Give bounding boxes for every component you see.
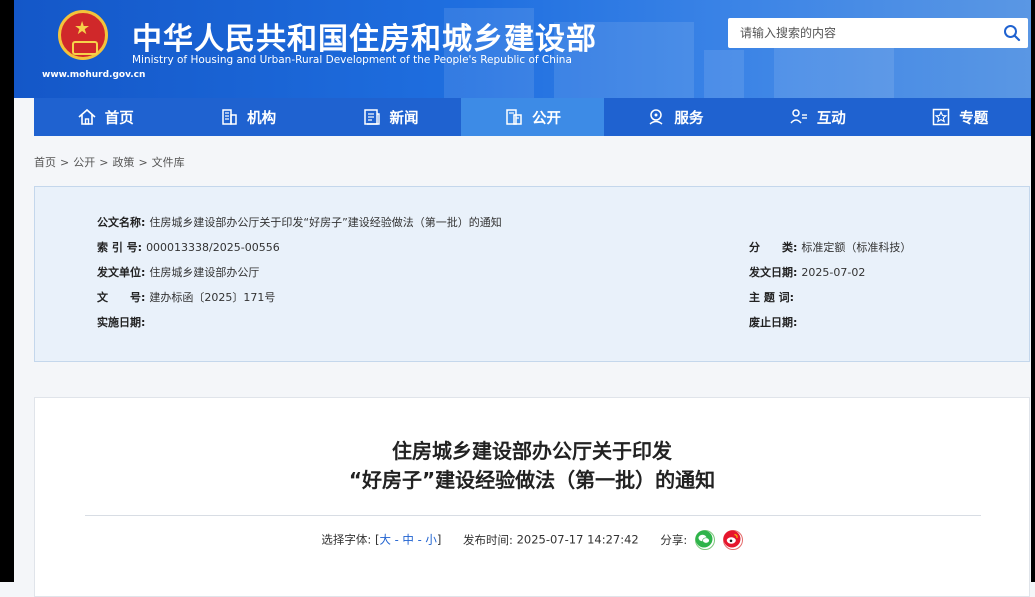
meta-label: 主 题 词: (749, 291, 795, 304)
meta-value: 2025-07-02 (801, 266, 866, 279)
article-title-line-1: 住房城乡建设部办公厅关于印发 (392, 439, 672, 463)
site-subtitle: Ministry of Housing and Urban-Rural Deve… (132, 54, 572, 66)
meta-doc-number: 文 号: 建办标函〔2025〕171号 (97, 289, 275, 305)
nav-item-home[interactable]: 首页 (34, 98, 176, 136)
meta-expiry-date: 废止日期: (749, 314, 801, 330)
search-input[interactable] (728, 18, 1002, 48)
nav-item-public[interactable]: 公开 (461, 98, 604, 136)
breadcrumb-home[interactable]: 首页 (34, 156, 56, 169)
breadcrumb-public[interactable]: 公开 (73, 156, 95, 169)
nav-label: 服务 (674, 110, 704, 127)
meta-value: 000013338/2025-00556 (146, 241, 280, 254)
nav-label: 互动 (816, 110, 846, 127)
meta-issuer: 发文单位: 住房城乡建设部办公厅 (97, 264, 259, 280)
meta-label: 废止日期: (749, 316, 798, 329)
nav-item-service[interactable]: 服务 (604, 98, 746, 136)
right-frame-edge (1031, 0, 1035, 582)
news-icon (363, 109, 380, 125)
document-icon (506, 109, 522, 125)
search-box (728, 18, 1028, 48)
meta-index: 索 引 号: 000013338/2025-00556 (97, 239, 280, 255)
breadcrumb-policy[interactable]: 政策 (112, 156, 134, 169)
meta-value: 住房城乡建设部办公厅关于印发“好房子”建设经验做法（第一批）的通知 (149, 216, 502, 229)
meta-category: 分 类: 标准定额（标准科技） (749, 239, 911, 255)
nav-item-organization[interactable]: 机构 (176, 98, 318, 136)
nav-label: 首页 (104, 110, 134, 127)
meta-label: 索 引 号: (97, 241, 143, 254)
weibo-share-icon[interactable] (722, 530, 743, 550)
article-title-line-2: “好房子”建设经验做法（第一批）的通知 (348, 468, 716, 492)
font-size-large-button[interactable]: 大 (379, 533, 391, 547)
nav-label: 公开 (531, 110, 561, 127)
document-metadata: 公文名称: 住房城乡建设部办公厅关于印发“好房子”建设经验做法（第一批）的通知 索… (34, 186, 1030, 362)
article-panel: 住房城乡建设部办公厅关于印发 “好房子”建设经验做法（第一批）的通知 选择字体:… (34, 397, 1030, 597)
meta-label: 分 类: (749, 241, 798, 254)
meta-label: 发文日期: (749, 266, 798, 279)
meta-label: 实施日期: (97, 316, 146, 329)
search-icon[interactable] (1002, 23, 1022, 43)
share-label: 分享: (660, 532, 688, 547)
meta-subject: 主 题 词: (749, 289, 798, 305)
interact-icon (790, 109, 807, 124)
background-building (704, 50, 744, 98)
left-frame-edge (0, 0, 14, 582)
font-size-medium-button[interactable]: 中 (402, 533, 414, 547)
article-toolbar: 选择字体: [大 - 中 - 小] 发布时间: 2025-07-17 14:27… (35, 530, 1029, 550)
publish-time-label: 发布时间: (463, 532, 513, 547)
breadcrumb: 首页 > 公开 > 政策 > 文件库 (34, 156, 185, 169)
home-icon (78, 108, 96, 125)
meta-label: 文 号: (97, 291, 146, 304)
nav-label: 新闻 (389, 110, 419, 127)
site-header: ★ www.mohurd.gov.cn 中华人民共和国住房和城乡建设部 Mini… (14, 0, 1031, 98)
national-emblem-icon[interactable]: ★ (58, 10, 108, 60)
nav-item-interact[interactable]: 互动 (746, 98, 888, 136)
building-icon (222, 109, 237, 125)
breadcrumb-file-library[interactable]: 文件库 (152, 156, 185, 169)
meta-effective-date: 实施日期: (97, 314, 149, 330)
meta-value: 建办标函〔2025〕171号 (149, 291, 276, 304)
title-divider (85, 515, 981, 516)
service-icon (649, 109, 663, 125)
background-building (774, 40, 894, 98)
meta-value: 标准定额（标准科技） (801, 241, 912, 254)
meta-label: 公文名称: (97, 216, 146, 229)
meta-doc-name: 公文名称: 住房城乡建设部办公厅关于印发“好房子”建设经验做法（第一批）的通知 (97, 214, 502, 230)
meta-issue-date: 发文日期: 2025-07-02 (749, 264, 865, 280)
font-size-small-button[interactable]: 小 (425, 533, 437, 547)
publish-time-value: 2025-07-17 14:27:42 (516, 532, 639, 547)
nav-item-topics[interactable]: 专题 (889, 98, 1031, 136)
nav-item-news[interactable]: 新闻 (319, 98, 461, 136)
site-url: www.mohurd.gov.cn (42, 70, 146, 80)
site-title[interactable]: 中华人民共和国住房和城乡建设部 (132, 14, 597, 58)
meta-label: 发文单位: (97, 266, 146, 279)
wechat-share-icon[interactable] (694, 530, 715, 550)
nav-label: 机构 (247, 110, 277, 127)
font-size-label: 选择字体: (321, 532, 372, 547)
meta-value: 住房城乡建设部办公厅 (149, 266, 260, 279)
main-nav: 首页 机构 新闻 公开 服务 互动 专题 (34, 98, 1031, 136)
nav-label: 专题 (959, 110, 989, 127)
star-icon (932, 108, 950, 126)
